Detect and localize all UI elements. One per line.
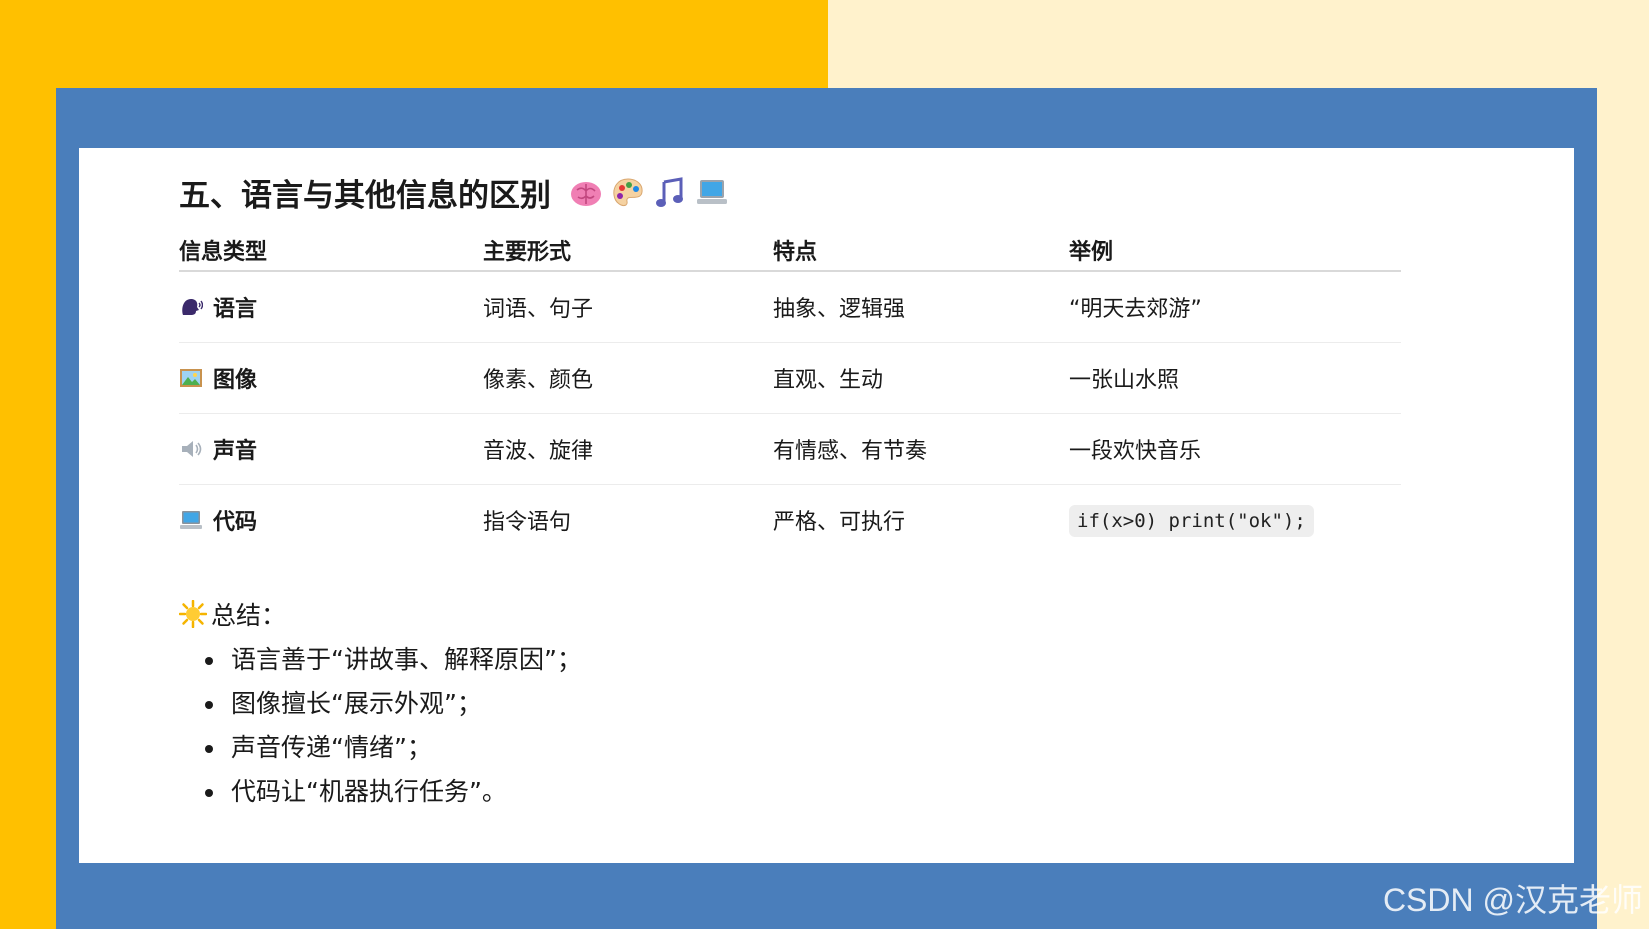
laptop-icon xyxy=(697,179,727,204)
speaking-head-icon xyxy=(182,299,203,315)
trait-cell: 抽象、逻辑强 xyxy=(773,271,1069,343)
type-cell: 代码 xyxy=(179,485,483,556)
form-cell: 像素、颜色 xyxy=(483,342,773,414)
list-item: 图像擅长“展示外观”； xyxy=(227,682,582,726)
slide-title: 五、语言与其他信息的区别 xyxy=(179,178,551,214)
summary-list: 语言善于“讲故事、解释原因”； 图像擅长“展示外观”； 声音传递“情绪”； 代码… xyxy=(179,638,582,814)
example-cell: “明天去郊游” xyxy=(1069,271,1401,343)
example-cell: 一段欢快音乐 xyxy=(1069,413,1401,485)
header-main-form: 主要形式 xyxy=(483,230,773,272)
trait-cell: 严格、可执行 xyxy=(773,510,906,535)
sun-icon xyxy=(179,600,207,628)
brain-icon xyxy=(571,181,601,206)
table-row: 语言 词语、句子 抽象、逻辑强 “明天去郊游” xyxy=(179,271,1401,343)
slide-title-row: 五、语言与其他信息的区别 xyxy=(179,170,729,215)
comparison-table: 信息类型 主要形式 特点 举例 语言 词语、句子 抽象、逻辑强 “明天去郊游” … xyxy=(179,230,1401,555)
type-cell-content: 图像 xyxy=(179,362,483,394)
list-item: 声音传递“情绪”； xyxy=(227,726,582,770)
example-cell: 一张山水照 xyxy=(1069,342,1401,414)
header-info-type: 信息类型 xyxy=(179,230,483,272)
framed-picture-icon xyxy=(180,369,202,387)
title-emoji-row xyxy=(569,176,729,210)
type-cell-content: 代码 xyxy=(179,504,483,536)
palette-icon xyxy=(613,177,643,206)
type-cell-content: 声音 xyxy=(179,433,483,465)
type-cell: 声音 xyxy=(179,413,483,485)
computer-icon xyxy=(180,511,202,529)
slide-card: 五、语言与其他信息的区别 信息类型 主要形式 特点 举例 语言 词语、句子 抽象… xyxy=(79,148,1574,863)
music-note-icon xyxy=(656,176,683,207)
type-label: 代码 xyxy=(213,510,258,535)
watermark: CSDN @汉克老师 xyxy=(1382,882,1643,918)
type-cell-content: 语言 xyxy=(179,291,483,323)
trait-cell: 直观、生动 xyxy=(773,342,1069,414)
type-label: 语言 xyxy=(213,297,258,322)
table-row: 图像 像素、颜色 直观、生动 一张山水照 xyxy=(179,342,1401,414)
list-item: 语言善于“讲故事、解释原因”； xyxy=(227,638,582,682)
list-item: 代码让“机器执行任务”。 xyxy=(227,770,582,814)
summary-heading: 总结： xyxy=(179,596,286,632)
trait-cell: 有情感、有节奏 xyxy=(773,413,1069,485)
table-header-row: 信息类型 主要形式 特点 举例 xyxy=(179,230,1401,272)
form-cell: 指令语句 xyxy=(483,510,572,535)
table-row: 声音 音波、旋律 有情感、有节奏 一段欢快音乐 xyxy=(179,413,1401,485)
form-cell: 音波、旋律 xyxy=(483,413,773,485)
type-cell: 图像 xyxy=(179,342,483,414)
header-example: 举例 xyxy=(1069,230,1401,272)
header-traits: 特点 xyxy=(773,230,1069,272)
example-cell: if(x>0) print("ok"); xyxy=(1069,485,1401,556)
type-label: 声音 xyxy=(213,439,258,464)
summary-label: 总结： xyxy=(211,601,287,630)
code-example: if(x>0) print("ok"); xyxy=(1069,504,1314,537)
table-row: 代码 指令语句 严格、可执行 if(x>0) print("ok"); xyxy=(179,485,1401,556)
speaker-icon xyxy=(182,441,202,457)
form-cell: 词语、句子 xyxy=(483,271,773,343)
type-label: 图像 xyxy=(213,368,258,393)
type-cell: 语言 xyxy=(179,271,483,343)
